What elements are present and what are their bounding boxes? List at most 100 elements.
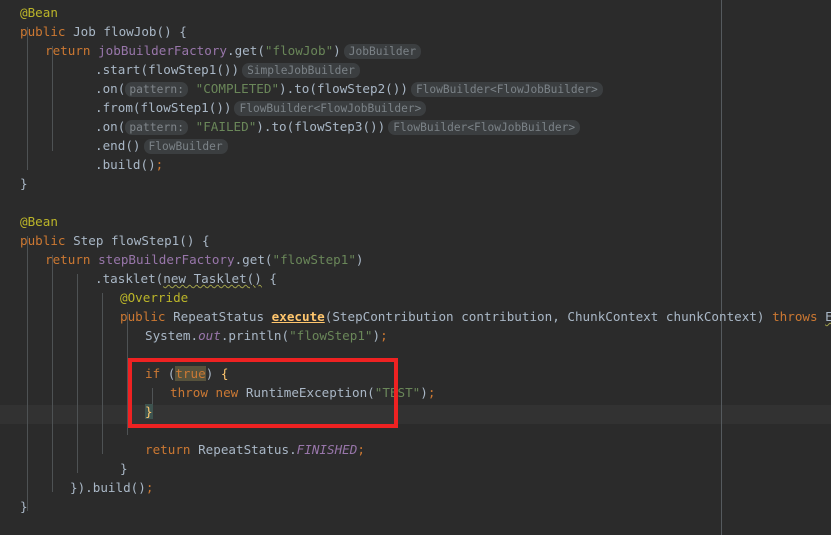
code-token: .get( <box>227 43 265 58</box>
code-token: .println( <box>220 328 290 343</box>
code-token: Job <box>65 24 104 39</box>
inlay-hint: JobBuilder <box>343 44 422 59</box>
keyword-token: public <box>20 233 66 248</box>
code-line[interactable]: } <box>120 459 128 478</box>
code-line[interactable]: return stepBuilderFactory.get("flowStep1… <box>45 250 364 269</box>
static-field-token: FINISHED <box>296 442 358 457</box>
code-line[interactable]: @Bean <box>20 212 58 231</box>
inlay-hint: FlowBuilder <box>143 139 228 154</box>
indent-guide <box>27 236 28 511</box>
code-token: RepeatStatus. <box>190 442 297 457</box>
code-line[interactable]: } <box>20 497 28 516</box>
indent-guide <box>27 27 28 170</box>
indent-guide <box>102 293 103 454</box>
code-token: RepeatStatus <box>165 309 272 324</box>
code-line[interactable]: .from(flowStep1()) FlowBuilder<FlowJobBui… <box>95 98 427 117</box>
code-line[interactable]: public RepeatStatus execute(StepContribu… <box>120 307 831 326</box>
string-literal: "TEST" <box>374 385 421 400</box>
field-token: jobBuilderFactory <box>98 43 227 58</box>
code-token: }).build() <box>70 480 146 495</box>
code-token: flowJob <box>103 24 157 39</box>
code-token: .tasklet( <box>95 271 164 286</box>
code-line[interactable]: if (true) { <box>145 364 228 383</box>
code-token: ; <box>145 480 154 495</box>
code-token: .on( <box>95 119 126 134</box>
code-token: ) <box>205 366 221 381</box>
code-token: .build() <box>95 157 156 172</box>
static-field-token: out <box>198 328 221 343</box>
code-token: ).to(flowStep2()) <box>279 81 408 96</box>
method-declaration-name: execute <box>271 309 325 324</box>
code-line[interactable]: @Bean <box>20 3 58 22</box>
code-token: ) <box>372 328 381 343</box>
code-token: ) <box>333 43 341 58</box>
matched-brace: } <box>145 404 153 419</box>
code-line[interactable]: public Step flowStep1() { <box>20 231 210 250</box>
code-token: flowStep1 <box>111 233 180 248</box>
java-annotation: @Bean <box>20 5 58 20</box>
code-token: } <box>120 461 128 476</box>
java-annotation: @Override <box>120 290 189 305</box>
code-line[interactable]: .end() FlowBuilder <box>95 136 228 155</box>
matched-brace: { <box>220 366 229 381</box>
string-literal: "flowStep1" <box>272 252 356 267</box>
inlay-hint: FlowBuilder<FlowJobBuilder> <box>388 120 581 135</box>
code-token: . <box>190 328 199 343</box>
code-token: } <box>20 176 28 191</box>
code-line[interactable]: return jobBuilderFactory.get("flowJob") J… <box>45 41 422 60</box>
code-token: ; <box>380 328 388 343</box>
code-token: { <box>261 271 277 286</box>
code-token: .end() <box>95 138 141 153</box>
code-token: .from(flowStep1()) <box>95 100 232 115</box>
code-line[interactable]: } <box>20 174 28 193</box>
code-line[interactable]: .tasklet(new Tasklet() { <box>95 269 277 288</box>
code-token: ).to(flowStep3()) <box>256 119 386 134</box>
code-line[interactable]: throw new RuntimeException("TEST"); <box>170 383 435 402</box>
code-token: ; <box>155 157 164 172</box>
code-line[interactable]: return RepeatStatus.FINISHED; <box>145 440 365 459</box>
string-literal: "flowStep1" <box>289 328 373 343</box>
code-line[interactable]: @Override <box>120 288 188 307</box>
code-editor-canvas[interactable]: @Bean public Job flowJob() {return jobBui… <box>0 0 831 535</box>
code-token: ) <box>420 385 428 400</box>
right-margin-guide <box>721 0 722 535</box>
code-line[interactable]: System.out.println("flowStep1"); <box>145 326 388 345</box>
keyword-token: return <box>145 442 191 457</box>
highlighted-identifier: true <box>175 366 206 381</box>
inlay-hint: pattern: <box>125 120 189 135</box>
keyword-token: if <box>145 366 161 381</box>
caret-line-highlight <box>0 405 831 424</box>
code-line[interactable]: } <box>145 402 153 421</box>
keyword-token: return <box>45 43 91 58</box>
code-line[interactable]: .on(pattern: "FAILED").to(flowStep3()) Fl… <box>95 117 581 136</box>
code-token: ; <box>357 442 365 457</box>
indent-guide <box>52 46 53 151</box>
inlay-hint: SimpleJobBuilder <box>242 63 360 78</box>
indent-guide <box>52 255 53 492</box>
keyword-token: public <box>120 309 166 324</box>
code-token: .get( <box>234 252 273 267</box>
code-line[interactable]: }).build(); <box>70 478 153 497</box>
code-line[interactable]: public Job flowJob() { <box>20 22 187 41</box>
code-token: System <box>145 328 191 343</box>
code-line[interactable]: .start(flowStep1()) SimpleJobBuilder <box>95 60 360 79</box>
keyword-token: throws <box>772 309 818 324</box>
code-token: (StepContribution contribution, ChunkCon… <box>324 309 773 324</box>
code-token: .start(flowStep1()) <box>95 62 240 77</box>
code-token: () { <box>179 233 210 248</box>
string-literal: "flowJob" <box>264 43 334 58</box>
indent-guide <box>77 274 78 473</box>
code-token: RuntimeException( <box>238 385 375 400</box>
warning-underlined-token: new Tasklet() <box>163 271 262 286</box>
field-token: stepBuilderFactory <box>98 252 235 267</box>
code-token: .on( <box>95 81 126 96</box>
code-token: Step <box>65 233 111 248</box>
code-token: } <box>20 499 28 514</box>
code-line[interactable]: .build(); <box>95 155 163 174</box>
code-token: ; <box>427 385 436 400</box>
code-line[interactable]: .on(pattern: "COMPLETED").to(flowStep2()… <box>95 79 603 98</box>
